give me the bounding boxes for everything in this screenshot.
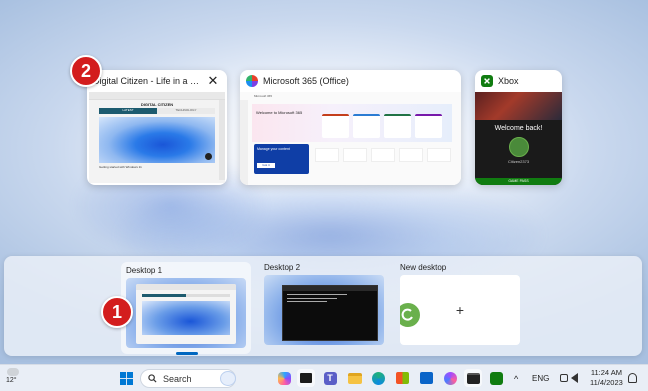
- window-preview: Microsoft 365 Welcome to Microsoft 365 M…: [240, 92, 461, 185]
- window-title: Microsoft 365 (Office): [263, 76, 349, 86]
- xbox-icon: [489, 371, 503, 385]
- active-desktop-indicator: [176, 352, 198, 355]
- outlook-icon: [419, 372, 433, 384]
- desktop-thumbnail: [126, 278, 246, 348]
- search-highlight-icon: [220, 371, 236, 386]
- new-desktop-button[interactable]: +: [400, 275, 520, 345]
- window-title: Digital Citizen - Life in a d...: [93, 76, 200, 86]
- window-preview: Welcome back! Citizen2373 GAME PASS: [475, 92, 562, 185]
- desktop-label: New desktop: [400, 263, 447, 272]
- window-xbox[interactable]: Xbox Welcome back! Citizen2373 GAME PASS: [475, 70, 562, 185]
- store-icon: [395, 372, 409, 384]
- window-microsoft-365[interactable]: Microsoft 365 (Office) Microsoft 365 Wel…: [240, 70, 461, 185]
- search-icon: [148, 374, 157, 383]
- copilot-button[interactable]: [275, 369, 293, 387]
- window-title-bar[interactable]: Microsoft 365 (Office): [240, 70, 461, 92]
- window-title: Xbox: [498, 76, 519, 86]
- copilot-app-button[interactable]: [441, 369, 459, 387]
- terminal-icon: [466, 372, 480, 384]
- window-title-bar[interactable]: Xbox: [475, 70, 562, 92]
- step-badge-1: 1: [101, 296, 133, 328]
- xbox-welcome: Welcome back!: [494, 125, 543, 132]
- teams-icon: T: [323, 371, 337, 385]
- language-indicator[interactable]: ENG: [532, 365, 549, 391]
- desktop-thumbnail: [264, 275, 384, 345]
- m365-popup-button: Got it: [257, 163, 275, 168]
- desktop-label: Desktop 1: [126, 266, 163, 275]
- clock[interactable]: 11:24 AM 11/4/2023: [590, 368, 623, 388]
- folder-button[interactable]: [346, 369, 364, 387]
- desktop-label: Desktop 2: [264, 263, 301, 272]
- close-icon[interactable]: ✕: [205, 73, 221, 89]
- copilot-icon: [277, 371, 291, 385]
- site-tab-latest: LATEST: [99, 108, 157, 114]
- volume-icon[interactable]: [571, 373, 578, 383]
- desktop-2[interactable]: Desktop 2: [262, 262, 384, 345]
- search-box[interactable]: Search: [140, 369, 236, 388]
- new-desktop[interactable]: New desktop +: [398, 262, 520, 345]
- microsoft-365-icon: [246, 75, 258, 87]
- bloom-image: [99, 117, 215, 163]
- site-tab-technology: TECHNOLOGY: [157, 108, 215, 114]
- site-caption: Getting started with Windows 11: [99, 165, 142, 169]
- file-explorer-button[interactable]: [297, 369, 315, 387]
- edge-button[interactable]: [369, 369, 387, 387]
- window-digital-citizen[interactable]: Digital Citizen - Life in a d... ✕ DIGIT…: [87, 70, 227, 185]
- teams-button[interactable]: T: [321, 369, 339, 387]
- start-button[interactable]: [117, 369, 135, 387]
- xbox-gamertag: Citizen2373: [507, 159, 530, 164]
- clock-time: 11:24 AM: [590, 368, 622, 377]
- weather-widget[interactable]: 12°: [6, 368, 28, 389]
- xbox-taskbar-button[interactable]: [487, 369, 505, 387]
- weather-temp: 12°: [6, 377, 17, 384]
- xbox-banner: GAME PASS: [475, 178, 562, 185]
- folder-icon: [348, 372, 362, 384]
- search-placeholder: Search: [163, 373, 192, 384]
- taskbar: 12° Search T ^ ENG 11:24 AM 11/4/2023: [0, 364, 648, 391]
- m365-brand: Microsoft 365: [254, 94, 273, 98]
- outlook-button[interactable]: [417, 369, 435, 387]
- site-logo: DIGITAL CITIZEN: [140, 101, 174, 107]
- step-badge-2: 2: [70, 55, 102, 87]
- window-preview: DIGITAL CITIZEN LATEST TECHNOLOGY Gettin…: [89, 92, 225, 183]
- tray-overflow[interactable]: ^: [514, 365, 518, 391]
- watermark-logo: [400, 301, 422, 329]
- desktop-1[interactable]: Desktop 1: [121, 262, 251, 355]
- task-view-icon: [300, 373, 312, 383]
- notification-bell-icon[interactable]: [628, 373, 637, 383]
- edge-icon: [371, 371, 385, 385]
- m365-popup-title: Manage your content: [257, 147, 290, 151]
- network-icon[interactable]: [560, 374, 568, 382]
- virtual-desktops-bar: Desktop 1 Desktop 2 New desktop +: [4, 256, 642, 356]
- plus-icon: +: [455, 302, 465, 318]
- terminal-button[interactable]: [464, 369, 482, 387]
- xbox-icon: [481, 75, 493, 87]
- window-title-bar[interactable]: Digital Citizen - Life in a d... ✕: [87, 70, 227, 92]
- app-icon: [443, 371, 457, 385]
- store-button[interactable]: [393, 369, 411, 387]
- weather-icon: [7, 368, 19, 376]
- clock-date: 11/4/2023: [590, 378, 623, 387]
- windows-icon: [119, 371, 133, 385]
